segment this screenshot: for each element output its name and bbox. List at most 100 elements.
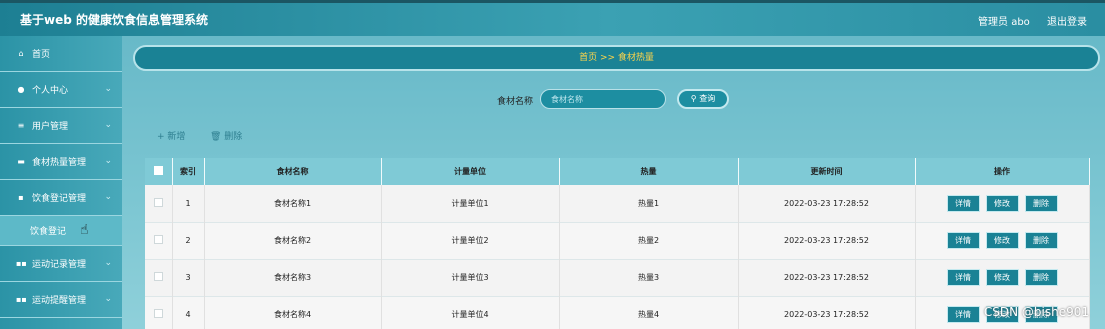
current-user[interactable]: 管理员 abo bbox=[978, 17, 1030, 28]
chevron-down-icon: ⌄ bbox=[104, 156, 112, 166]
table-cell: 食材名称3 bbox=[204, 259, 382, 296]
row-select-cell bbox=[145, 296, 173, 329]
table-cell: 计量单位2 bbox=[381, 222, 560, 259]
sidebar-subitem-label: 饮食登记 bbox=[30, 227, 67, 237]
grid-icon: ▪▪ bbox=[16, 295, 27, 304]
sidebar-item[interactable]: ≡ 用户管理 ⌄ bbox=[0, 108, 122, 144]
table-cell: 计量单位4 bbox=[381, 296, 560, 329]
row-checkbox[interactable] bbox=[153, 235, 163, 244]
table-cell: 2022-03-23 17:28:52 bbox=[738, 222, 916, 259]
table-cell: 4 bbox=[172, 296, 205, 329]
top-bar: 基于web 的健康饮食信息管理系统 管理员 abo 退出登录 bbox=[0, 0, 1105, 36]
column-header: 更新时间 bbox=[738, 158, 916, 185]
table-body: 1 食材名称1 计量单位1 热量1 2022-03-23 17:28:52 详情 修改 删除 2… bbox=[145, 185, 1090, 329]
detail-button[interactable]: 详情 bbox=[946, 269, 980, 286]
search-button-label: 查询 bbox=[699, 94, 716, 103]
sidebar-item-label: 首页 bbox=[32, 50, 51, 60]
delete-button[interactable]: 🗑 删除 bbox=[210, 129, 242, 142]
search-button[interactable]: ⚲ 查询 bbox=[677, 89, 729, 109]
sidebar-item[interactable]: ▪ 饮食登记管理 ⌄ bbox=[0, 180, 122, 216]
edit-button[interactable]: 修改 bbox=[985, 269, 1019, 286]
chevron-down-icon: ⌄ bbox=[104, 258, 112, 268]
sidebar-subitem[interactable]: 饮食登记 ☝ bbox=[0, 216, 122, 246]
delete-row-button[interactable]: 删除 bbox=[1024, 232, 1058, 249]
clipboard-icon: ▪ bbox=[18, 193, 24, 202]
user-icon: ● bbox=[17, 85, 25, 94]
logout-link[interactable]: 退出登录 bbox=[1047, 17, 1087, 28]
table-cell: 热量4 bbox=[559, 296, 739, 329]
row-actions: 详情 修改 删除 bbox=[915, 222, 1090, 259]
table-cell: 2022-03-23 17:28:52 bbox=[738, 185, 916, 222]
sidebar-item[interactable]: ● 个人中心 ⌄ bbox=[0, 72, 122, 108]
top-right-menu: 管理员 abo 退出登录 bbox=[964, 13, 1087, 28]
column-header: 计量单位 bbox=[381, 158, 560, 185]
table-cell: 热量1 bbox=[559, 185, 739, 222]
table-header: 索引 食材名称 计量单位 热量 更新时间 操作 bbox=[145, 158, 1090, 185]
sidebar-item[interactable]: ▪▪ 运动记录管理 ⌄ bbox=[0, 246, 122, 282]
sidebar-item-label: 饮食登记管理 bbox=[32, 194, 87, 204]
table-cell: 计量单位1 bbox=[381, 185, 560, 222]
app-title: 基于web 的健康饮食信息管理系统 bbox=[20, 13, 208, 27]
table-cell: 计量单位3 bbox=[381, 259, 560, 296]
table-row: 4 食材名称4 计量单位4 热量4 2022-03-23 17:28:52 详情 修改 删除 bbox=[145, 296, 1090, 329]
sidebar-item-label: 运动记录管理 bbox=[32, 260, 87, 270]
chat-icon: ▬ bbox=[17, 157, 25, 166]
sidebar-item-label: 个人中心 bbox=[32, 86, 69, 96]
table-cell: 2 bbox=[172, 222, 205, 259]
column-header: 索引 bbox=[172, 158, 205, 185]
watermark: CSDN @bishe901 bbox=[983, 305, 1089, 319]
search-label: 食材名称 bbox=[497, 97, 534, 107]
table-row: 1 食材名称1 计量单位1 热量1 2022-03-23 17:28:52 详情 修改 删除 bbox=[145, 185, 1090, 222]
table-cell: 食材名称1 bbox=[204, 185, 382, 222]
detail-button[interactable]: 详情 bbox=[946, 194, 980, 212]
sidebar-item[interactable]: ▬ 食材热量管理 ⌄ bbox=[0, 144, 122, 180]
delete-row-button[interactable]: 删除 bbox=[1024, 194, 1058, 212]
row-actions: 详情 修改 删除 bbox=[915, 259, 1090, 296]
chevron-down-icon: ⌄ bbox=[104, 84, 112, 94]
row-select-cell bbox=[145, 259, 173, 296]
sidebar-item[interactable]: ⌂ 首页 bbox=[0, 36, 122, 72]
add-button[interactable]: + 新增 bbox=[157, 129, 185, 142]
breadcrumb: 首页 >> 食材热量 bbox=[133, 45, 1100, 71]
row-select-cell bbox=[145, 222, 173, 259]
table-cell: 2022-03-23 17:28:52 bbox=[738, 296, 916, 329]
row-select-cell bbox=[145, 185, 173, 222]
column-header: 热量 bbox=[559, 158, 739, 185]
column-header: 食材名称 bbox=[204, 158, 382, 185]
table-cell: 3 bbox=[172, 259, 205, 296]
table-cell: 1 bbox=[172, 185, 205, 222]
row-checkbox[interactable] bbox=[153, 309, 163, 318]
row-checkbox[interactable] bbox=[153, 197, 163, 207]
table-cell: 热量3 bbox=[559, 259, 739, 296]
table-cell: 热量2 bbox=[559, 222, 739, 259]
column-header: 操作 bbox=[915, 158, 1090, 185]
search-icon: ⚲ bbox=[690, 94, 697, 103]
sidebar-item[interactable]: ▪▪ 运动提醒管理 ⌄ bbox=[0, 282, 122, 318]
sidebar-item-label: 运动提醒管理 bbox=[32, 296, 87, 306]
edit-button[interactable]: 修改 bbox=[985, 232, 1019, 249]
delete-row-button[interactable]: 删除 bbox=[1024, 269, 1058, 286]
row-actions: 详情 修改 删除 bbox=[915, 185, 1090, 222]
table-cell: 2022-03-23 17:28:52 bbox=[738, 259, 916, 296]
data-table: 索引 食材名称 计量单位 热量 更新时间 操作 1 食材名称1 计量单位1 热量1 2022-03… bbox=[145, 158, 1090, 329]
chevron-down-icon: ⌄ bbox=[104, 294, 112, 304]
sidebar-item-label: 食材热量管理 bbox=[32, 158, 87, 168]
detail-button[interactable]: 详情 bbox=[946, 232, 980, 249]
grid-icon: ▪▪ bbox=[16, 259, 27, 268]
sidebar: ⌂ 首页 ● 个人中心 ⌄ ≡ 用户管理 ⌄ ▬ 食材热量管理 ⌄ ▪ 饮食登记管理 ⌄ 饮食登记 ☝ ▪▪ 运动… bbox=[0, 36, 122, 329]
row-checkbox[interactable] bbox=[153, 272, 163, 281]
hand-cursor-icon: ☝ bbox=[80, 222, 89, 238]
chevron-down-icon: ⌄ bbox=[104, 192, 112, 202]
edit-button[interactable]: 修改 bbox=[985, 194, 1019, 212]
select-all-checkbox[interactable] bbox=[153, 166, 163, 175]
select-all-header bbox=[145, 158, 173, 185]
table-cell: 食材名称2 bbox=[204, 222, 382, 259]
home-icon: ⌂ bbox=[18, 49, 24, 58]
table-cell: 食材名称4 bbox=[204, 296, 382, 329]
table-row: 2 食材名称2 计量单位2 热量2 2022-03-23 17:28:52 详情 修改 删除 bbox=[145, 222, 1090, 259]
table-row: 3 食材名称3 计量单位3 热量3 2022-03-23 17:28:52 详情 修改 删除 bbox=[145, 259, 1090, 296]
search-input[interactable] bbox=[540, 89, 666, 109]
detail-button[interactable]: 详情 bbox=[946, 306, 980, 323]
sidebar-item-label: 用户管理 bbox=[32, 122, 69, 132]
chevron-down-icon: ⌄ bbox=[104, 120, 112, 130]
